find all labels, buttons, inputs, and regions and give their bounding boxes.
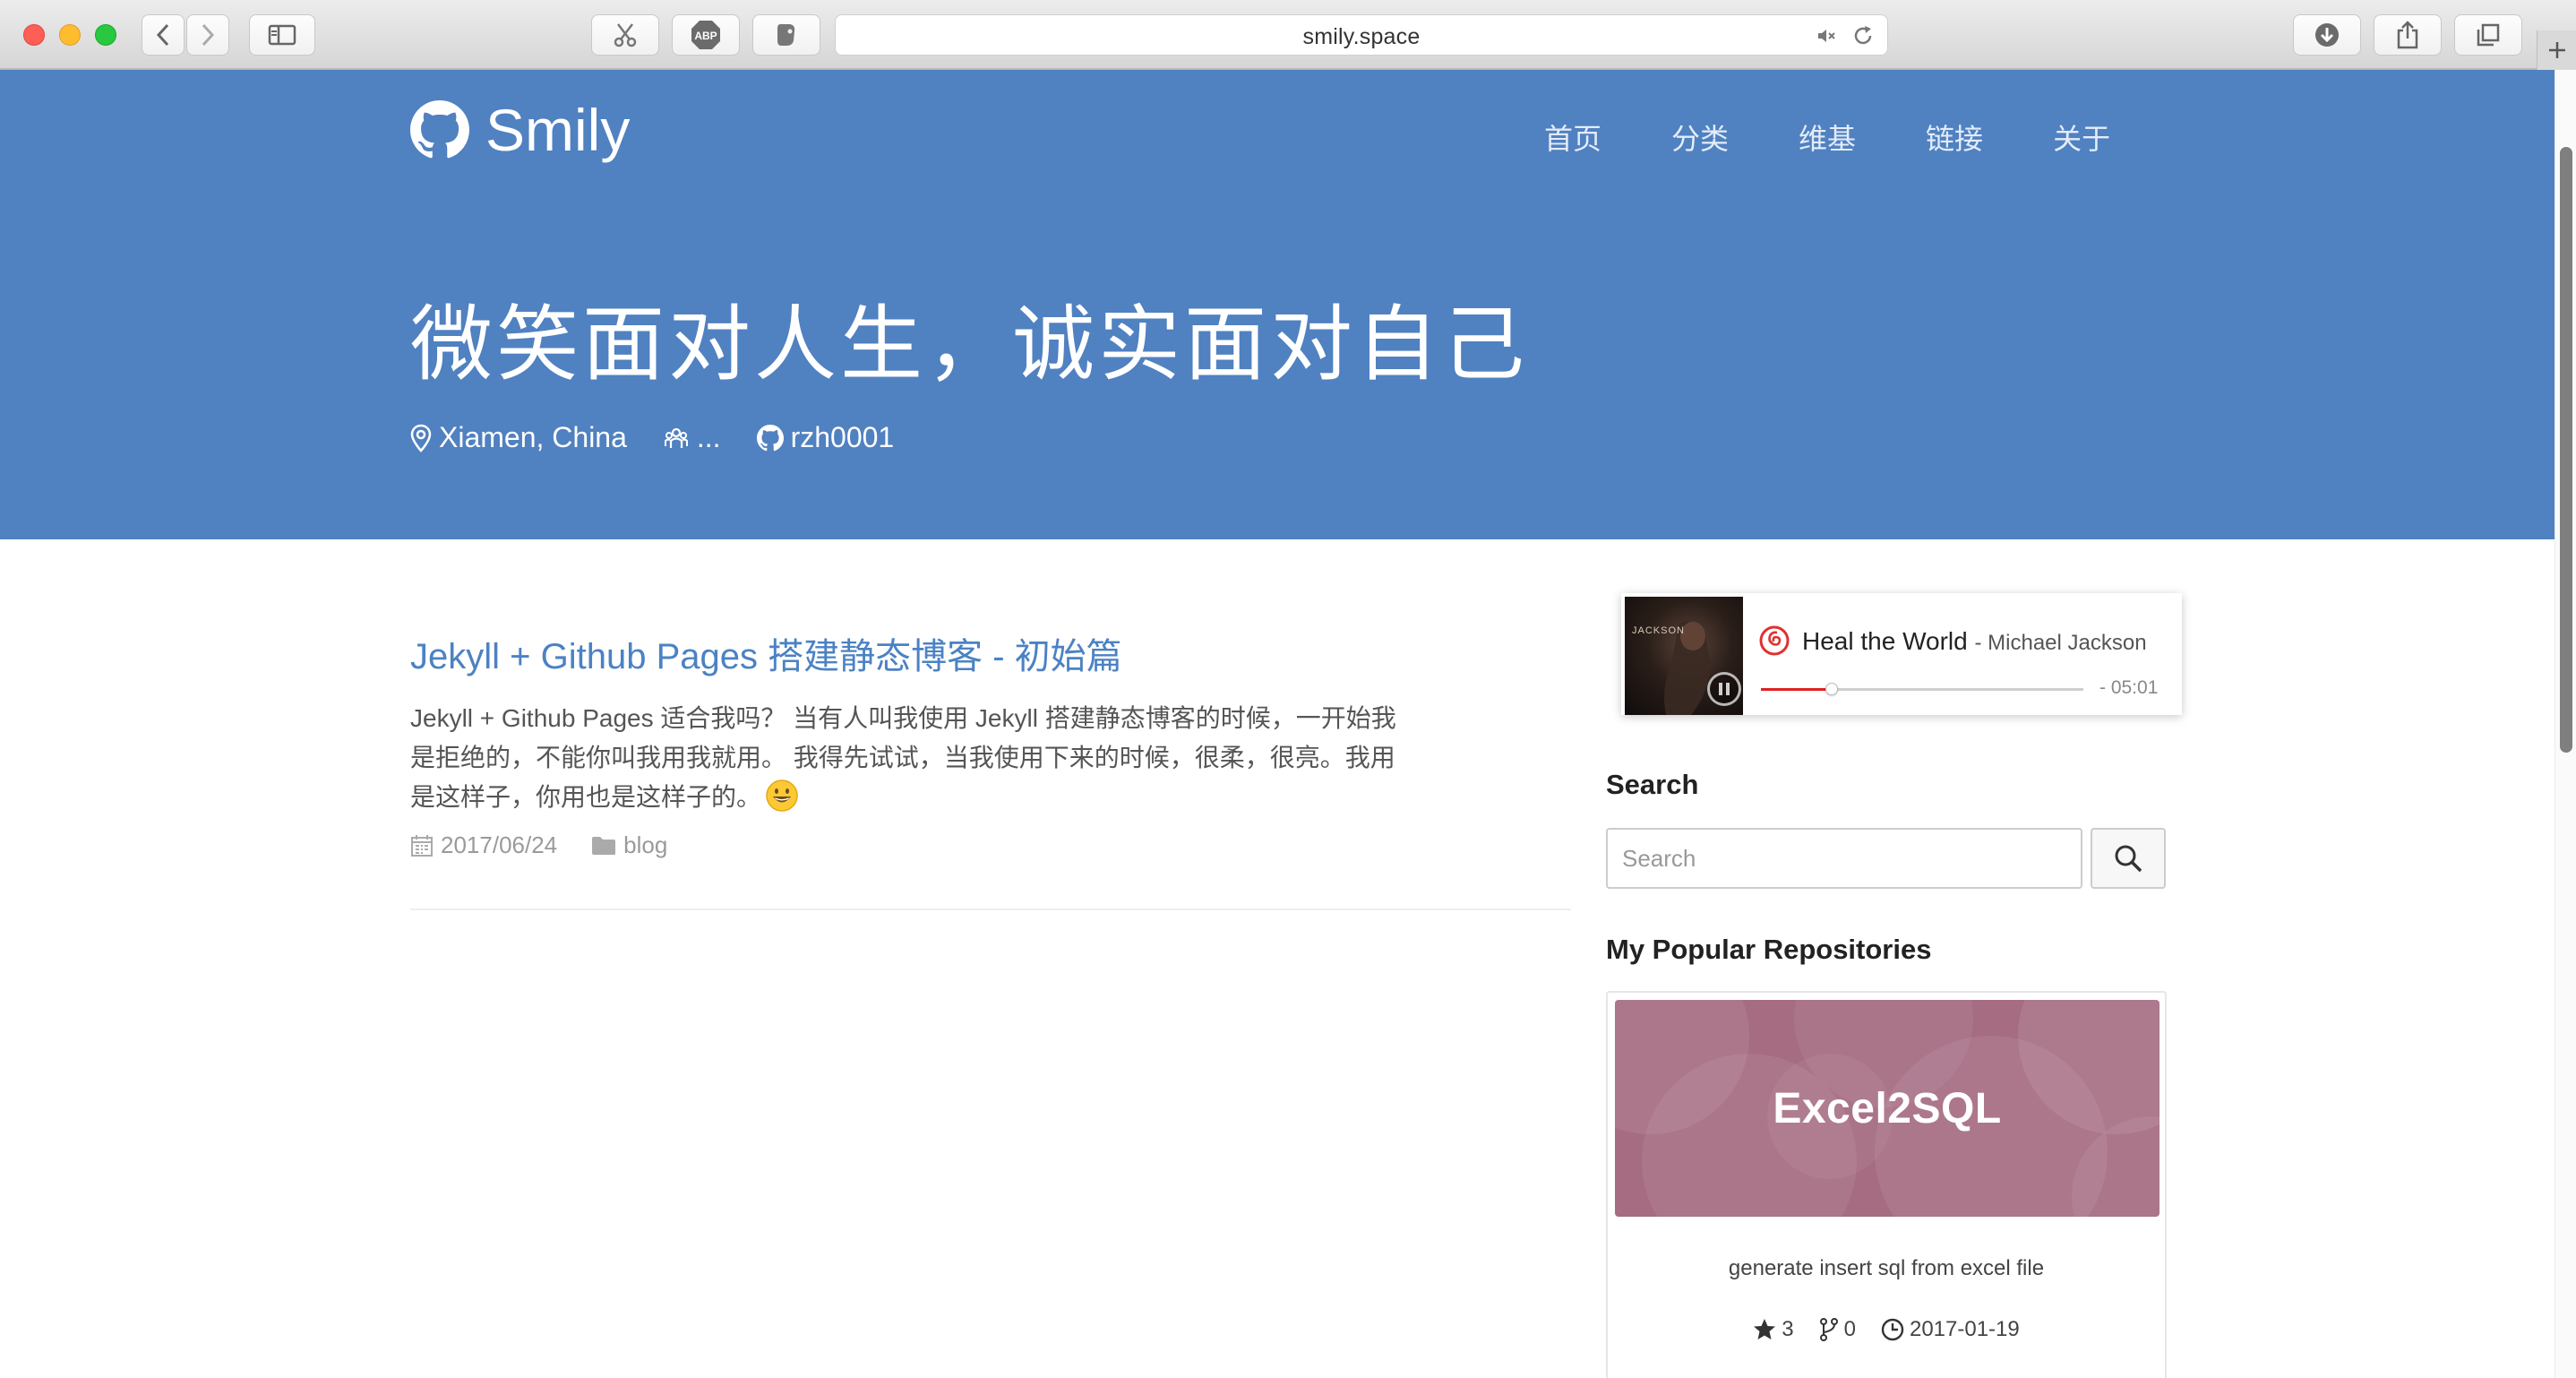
plus-icon (2548, 42, 2565, 58)
star-icon (1754, 1319, 1776, 1339)
post-category[interactable]: blog (591, 831, 667, 859)
netease-music-icon (1759, 625, 1790, 656)
adblock-extension-button[interactable]: ABP (672, 14, 740, 56)
site-header: Smily 首页 分类 维基 链接 关于 微笑面对人生，诚实面对自己 Xiame… (0, 70, 2555, 539)
post-date-text: 2017/06/24 (441, 831, 558, 858)
chevron-left-icon (156, 23, 169, 47)
now-playing: Heal the World - Michael Jackson (1802, 627, 2147, 656)
nav-home[interactable]: 首页 (1544, 116, 1601, 158)
address-bar[interactable]: smily.space (835, 14, 1888, 56)
main-nav: 首页 分类 维基 链接 关于 (1544, 116, 2180, 158)
music-player: JACKSON Heal the World - Michael Jackson… (1621, 593, 2182, 715)
github-icon (410, 100, 469, 159)
share-icon (2397, 21, 2418, 49)
song-artist: Michael Jackson (1988, 631, 2147, 655)
calendar-icon (411, 834, 433, 857)
forward-button[interactable] (186, 14, 229, 56)
post-excerpt: Jekyll + Github Pages 适合我吗？ 当有人叫我使用 Jeky… (410, 699, 1413, 817)
repo-stars-count: 3 (1782, 1317, 1794, 1341)
repo-stars: 3 (1753, 1317, 1794, 1342)
location-text: Xiamen, China (439, 421, 627, 453)
github-small-icon (756, 424, 784, 451)
site-brand[interactable]: Smily (410, 100, 630, 159)
repos-heading: My Popular Repositories (1606, 934, 1932, 965)
profile-meta: Xiamen, China ... rzh0001 (410, 421, 930, 454)
close-window-button[interactable] (23, 24, 45, 46)
brand-name: Smily (485, 97, 631, 163)
repo-description: generate insert sql from excel file (1728, 1256, 2045, 1280)
github-username: rzh0001 (790, 421, 895, 453)
post-category-text: blog (623, 831, 668, 858)
search-icon (2115, 845, 2142, 873)
nav-wiki[interactable]: 维基 (1799, 116, 1856, 158)
repo-stats: 3 0 2017-01-19 (1608, 1317, 2165, 1342)
repo-forks: 0 (1819, 1317, 1856, 1342)
clipper-extension-button[interactable] (752, 14, 820, 56)
download-icon (2315, 23, 2339, 47)
post-excerpt-text: Jekyll + Github Pages 适合我吗？ 当有人叫我使用 Jeky… (410, 704, 1396, 811)
url-text: smily.space (1302, 24, 1421, 49)
scissors-icon (614, 23, 637, 47)
song-artist-sep: - (1974, 631, 1988, 655)
github-profile[interactable]: rzh0001 (756, 421, 895, 454)
location: Xiamen, China (410, 421, 627, 454)
nav-about[interactable]: 关于 (2053, 116, 2110, 158)
search-input[interactable] (1606, 828, 2082, 889)
scissors-extension-button[interactable] (591, 14, 659, 56)
chevron-right-icon (202, 23, 215, 47)
adblock-icon: ABP (691, 21, 720, 49)
post-title-link[interactable]: Jekyll + Github Pages 搭建静态博客 - 初始篇 (410, 627, 1571, 679)
nav-links[interactable]: 链接 (1926, 116, 1983, 158)
map-marker-icon (410, 424, 432, 452)
svg-text:ABP: ABP (694, 30, 717, 42)
search-button[interactable] (2091, 828, 2166, 889)
tabs-icon (2477, 23, 2500, 47)
fork-icon (1819, 1318, 1838, 1341)
company-text: ... (696, 421, 721, 453)
site-slogan: 微笑面对人生，诚实面对自己 (410, 297, 1529, 392)
organization-icon (664, 427, 688, 448)
album-caption: JACKSON (1632, 625, 1685, 636)
post-divider (410, 909, 1571, 910)
repo-name: Excel2SQL (1773, 1084, 2002, 1133)
zoom-window-button[interactable] (95, 24, 116, 46)
folder-icon (592, 836, 616, 855)
sidebar-icon (268, 24, 296, 46)
pause-button[interactable] (1707, 672, 1741, 706)
page-scrollbar[interactable] (2555, 70, 2576, 1378)
repo-banner[interactable]: Excel2SQL (1615, 1000, 2160, 1217)
grinning-face-emoji-icon (766, 779, 798, 812)
post-item: Jekyll + Github Pages 搭建静态博客 - 初始篇 Jekyl… (410, 627, 1571, 859)
post-date: 2017/06/24 (410, 831, 557, 859)
scrollbar-thumb[interactable] (2560, 147, 2572, 753)
repo-updated-date: 2017-01-19 (1909, 1317, 2020, 1341)
repo-forks-count: 0 (1843, 1317, 1856, 1341)
album-cover: JACKSON (1625, 597, 1743, 715)
post-meta: 2017/06/24 blog (410, 831, 1571, 859)
playback-progress-knob[interactable] (1825, 683, 1839, 695)
clipper-icon (777, 23, 795, 46)
downloads-button[interactable] (2293, 14, 2361, 56)
company: ... (663, 421, 721, 454)
browser-toolbar: ABP smily.space (0, 0, 2576, 70)
sidebar-toggle-button[interactable] (249, 14, 315, 56)
nav-categories[interactable]: 分类 (1671, 116, 1729, 158)
remaining-time: - 05:01 (2099, 677, 2159, 698)
repo-updated: 2017-01-19 (1881, 1317, 2020, 1342)
playback-progress-fill (1761, 688, 1833, 691)
share-button[interactable] (2374, 14, 2442, 56)
reload-icon[interactable] (1851, 24, 1875, 47)
new-tab-button[interactable] (2537, 30, 2576, 70)
minimize-window-button[interactable] (59, 24, 81, 46)
playback-progress-bar[interactable] (1761, 683, 2083, 695)
clock-icon (1881, 1318, 1904, 1341)
back-button[interactable] (142, 14, 185, 56)
song-title: Heal the World (1802, 627, 1968, 655)
search-heading: Search (1606, 769, 1699, 800)
mute-audio-icon[interactable] (1816, 25, 1837, 47)
tabs-overview-button[interactable] (2454, 14, 2522, 56)
repo-card[interactable]: Excel2SQL generate insert sql from excel… (1606, 991, 2167, 1378)
